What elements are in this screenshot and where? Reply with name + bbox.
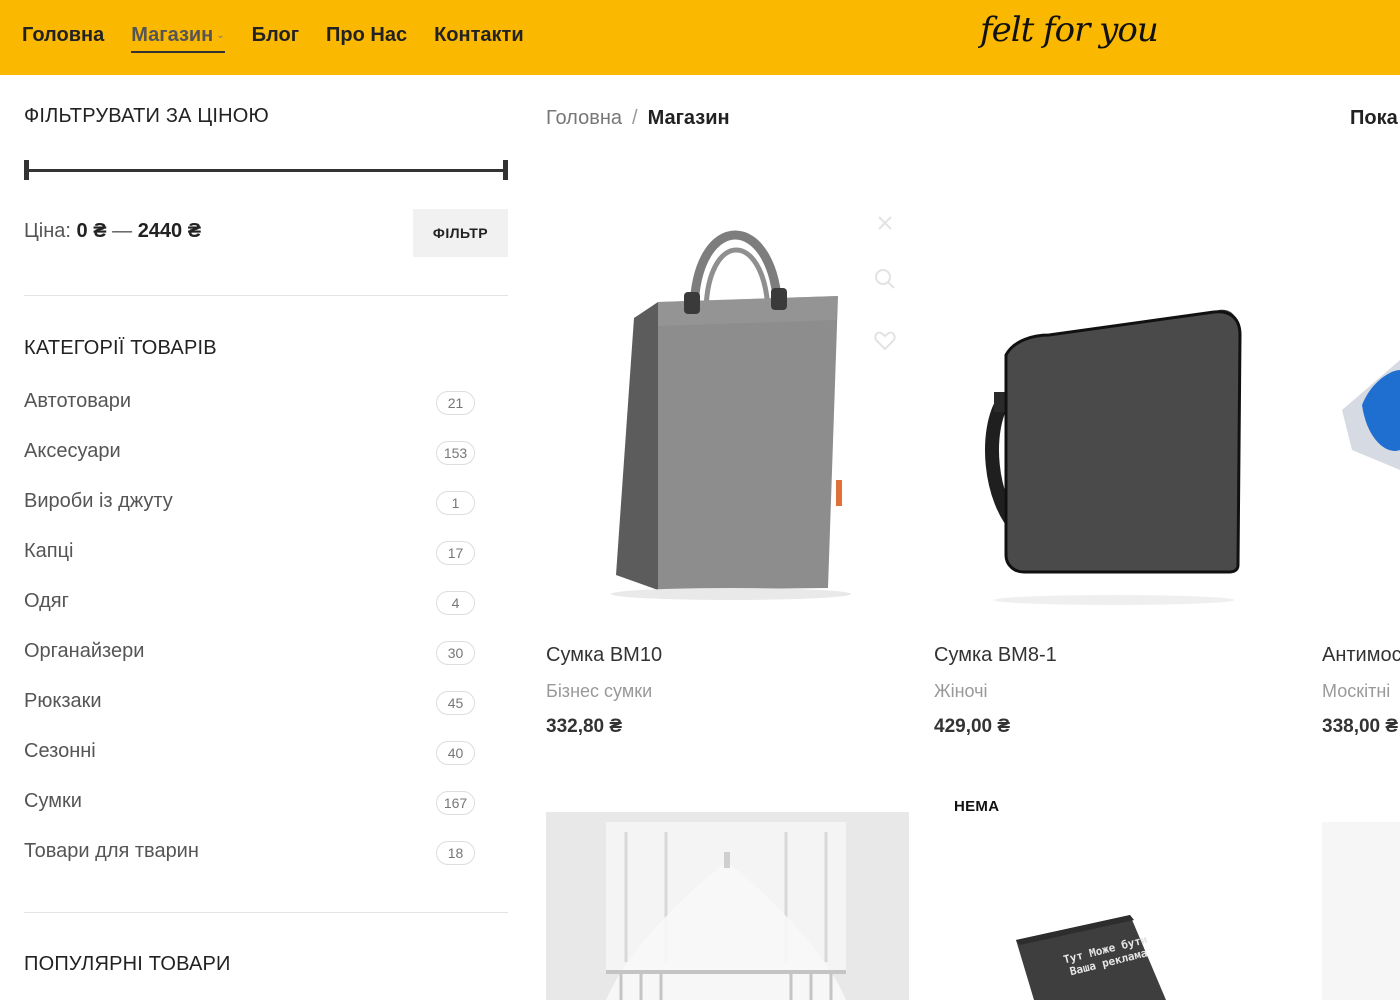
category-name: Одяг [24, 590, 69, 612]
product-image[interactable] [934, 170, 1294, 630]
breadcrumb: Головна / Магазин [546, 107, 730, 130]
search-icon[interactable] [872, 266, 898, 292]
divider [24, 295, 508, 296]
products-per-page-label[interactable]: Пока [1350, 107, 1398, 130]
category-count: 167 [436, 791, 475, 815]
divider [24, 912, 508, 913]
category-item[interactable]: Автотовари 21 [24, 390, 508, 440]
category-name: Рюкзаки [24, 690, 102, 712]
nav-shop-label: Магазин [131, 24, 214, 46]
product-image[interactable] [546, 170, 896, 630]
product-card [1322, 822, 1400, 1000]
site-header: Головна Магазин ⌄ Блог Про Нас Контакти f… [0, 0, 1400, 75]
category-list: Автотовари 21 Аксесуари 153 Вироби із джут… [24, 390, 508, 890]
category-item[interactable]: Сумки 167 [24, 790, 508, 840]
breadcrumb-home-link[interactable]: Головна [546, 107, 622, 129]
product-category[interactable]: Бізнес сумки [546, 681, 652, 702]
nav-item-contacts[interactable]: Контакти [434, 22, 524, 49]
product-card: Сумка ВМ8-1 Жіночі 429,00 ₴ [934, 170, 1294, 750]
category-name: Товари для тварин [24, 840, 199, 862]
category-count: 17 [436, 541, 475, 565]
category-name: Аксесуари [24, 440, 121, 462]
category-count: 153 [436, 441, 475, 465]
category-name: Сумки [24, 790, 82, 812]
category-item[interactable]: Рюкзаки 45 [24, 690, 508, 740]
slider-handle-min[interactable] [24, 160, 29, 180]
category-item[interactable]: Товари для тварин 18 [24, 840, 508, 890]
nav-about-label: Про Нас [326, 24, 408, 46]
nav-item-blog[interactable]: Блог [252, 22, 299, 49]
price-filter-title: ФІЛЬТРУВАТИ ЗА ЦІНОЮ [24, 105, 269, 127]
product-image[interactable] [1322, 822, 1400, 1000]
product-card: Сумка ВМ10 Бізнес сумки 332,80 ₴ [546, 170, 896, 750]
close-icon[interactable] [872, 210, 898, 236]
product-category[interactable]: Москітні [1322, 681, 1390, 702]
nav-contacts-label: Контакти [434, 24, 524, 46]
price-range-label: Ціна: 0 ₴ — 2440 ₴ [24, 220, 201, 243]
category-item[interactable]: Аксесуари 153 [24, 440, 508, 490]
category-count: 1 [436, 491, 475, 515]
price-min-value: 0 ₴ [76, 220, 107, 242]
category-count: 45 [436, 691, 475, 715]
category-name: Капці [24, 540, 74, 562]
category-item[interactable]: Органайзери 30 [24, 640, 508, 690]
category-item[interactable]: Сезонні 40 [24, 740, 508, 790]
product-card: Антимос Москітні 338,00 ₴ [1322, 170, 1400, 750]
slider-track [24, 169, 508, 172]
category-item[interactable]: Капці 17 [24, 540, 508, 590]
category-count: 18 [436, 841, 475, 865]
filter-button[interactable]: ФІЛЬТР [413, 209, 508, 257]
category-item[interactable]: Вироби із джуту 1 [24, 490, 508, 540]
categories-title: КАТЕГОРІЇ ТОВАРІВ [24, 337, 217, 359]
product-image[interactable]: Тут Може бути Ваша реклама [934, 770, 1294, 1000]
site-logo[interactable]: felt for you [980, 10, 1159, 50]
heart-icon[interactable] [872, 328, 898, 354]
product-title[interactable]: Сумка ВМ8-1 [934, 644, 1057, 667]
category-name: Органайзери [24, 640, 145, 662]
chevron-down-icon: ⌄ [216, 29, 225, 41]
price-max-value: 2440 ₴ [137, 220, 202, 242]
category-name: Вироби із джуту [24, 490, 173, 512]
category-name: Сезонні [24, 740, 96, 762]
product-title[interactable]: Сумка ВМ10 [546, 644, 662, 667]
product-price: 429,00 ₴ [934, 716, 1011, 737]
price-range-slider[interactable] [24, 160, 508, 180]
breadcrumb-current: Магазин [647, 107, 730, 129]
category-item[interactable]: Одяг 4 [24, 590, 508, 640]
nav-item-about[interactable]: Про Нас [326, 22, 407, 49]
price-dash: — [112, 220, 133, 242]
category-count: 30 [436, 641, 475, 665]
product-image[interactable] [546, 812, 909, 1000]
nav-item-home[interactable]: Головна [22, 22, 104, 49]
breadcrumb-separator: / [632, 107, 638, 129]
price-label-text: Ціна: [24, 220, 71, 242]
product-image[interactable] [1322, 170, 1400, 630]
product-card [546, 812, 909, 1000]
product-category[interactable]: Жіночі [934, 681, 988, 702]
slider-handle-max[interactable] [503, 160, 508, 180]
product-price: 332,80 ₴ [546, 716, 623, 737]
nav-item-shop[interactable]: Магазин ⌄ [131, 22, 226, 53]
product-price: 338,00 ₴ [1322, 716, 1399, 737]
category-count: 40 [436, 741, 475, 765]
product-card: НЕМА Тут Може бути Ваша реклама [934, 770, 1294, 1000]
category-count: 21 [436, 391, 475, 415]
nav-home-label: Головна [22, 24, 105, 46]
category-count: 4 [436, 591, 475, 615]
popular-products-title: ПОПУЛЯРНІ ТОВАРИ [24, 953, 231, 975]
main-nav: Головна Магазин ⌄ Блог Про Нас Контакти [22, 22, 551, 53]
product-title[interactable]: Антимос [1322, 644, 1400, 667]
nav-blog-label: Блог [251, 24, 300, 46]
category-name: Автотовари [24, 390, 132, 412]
